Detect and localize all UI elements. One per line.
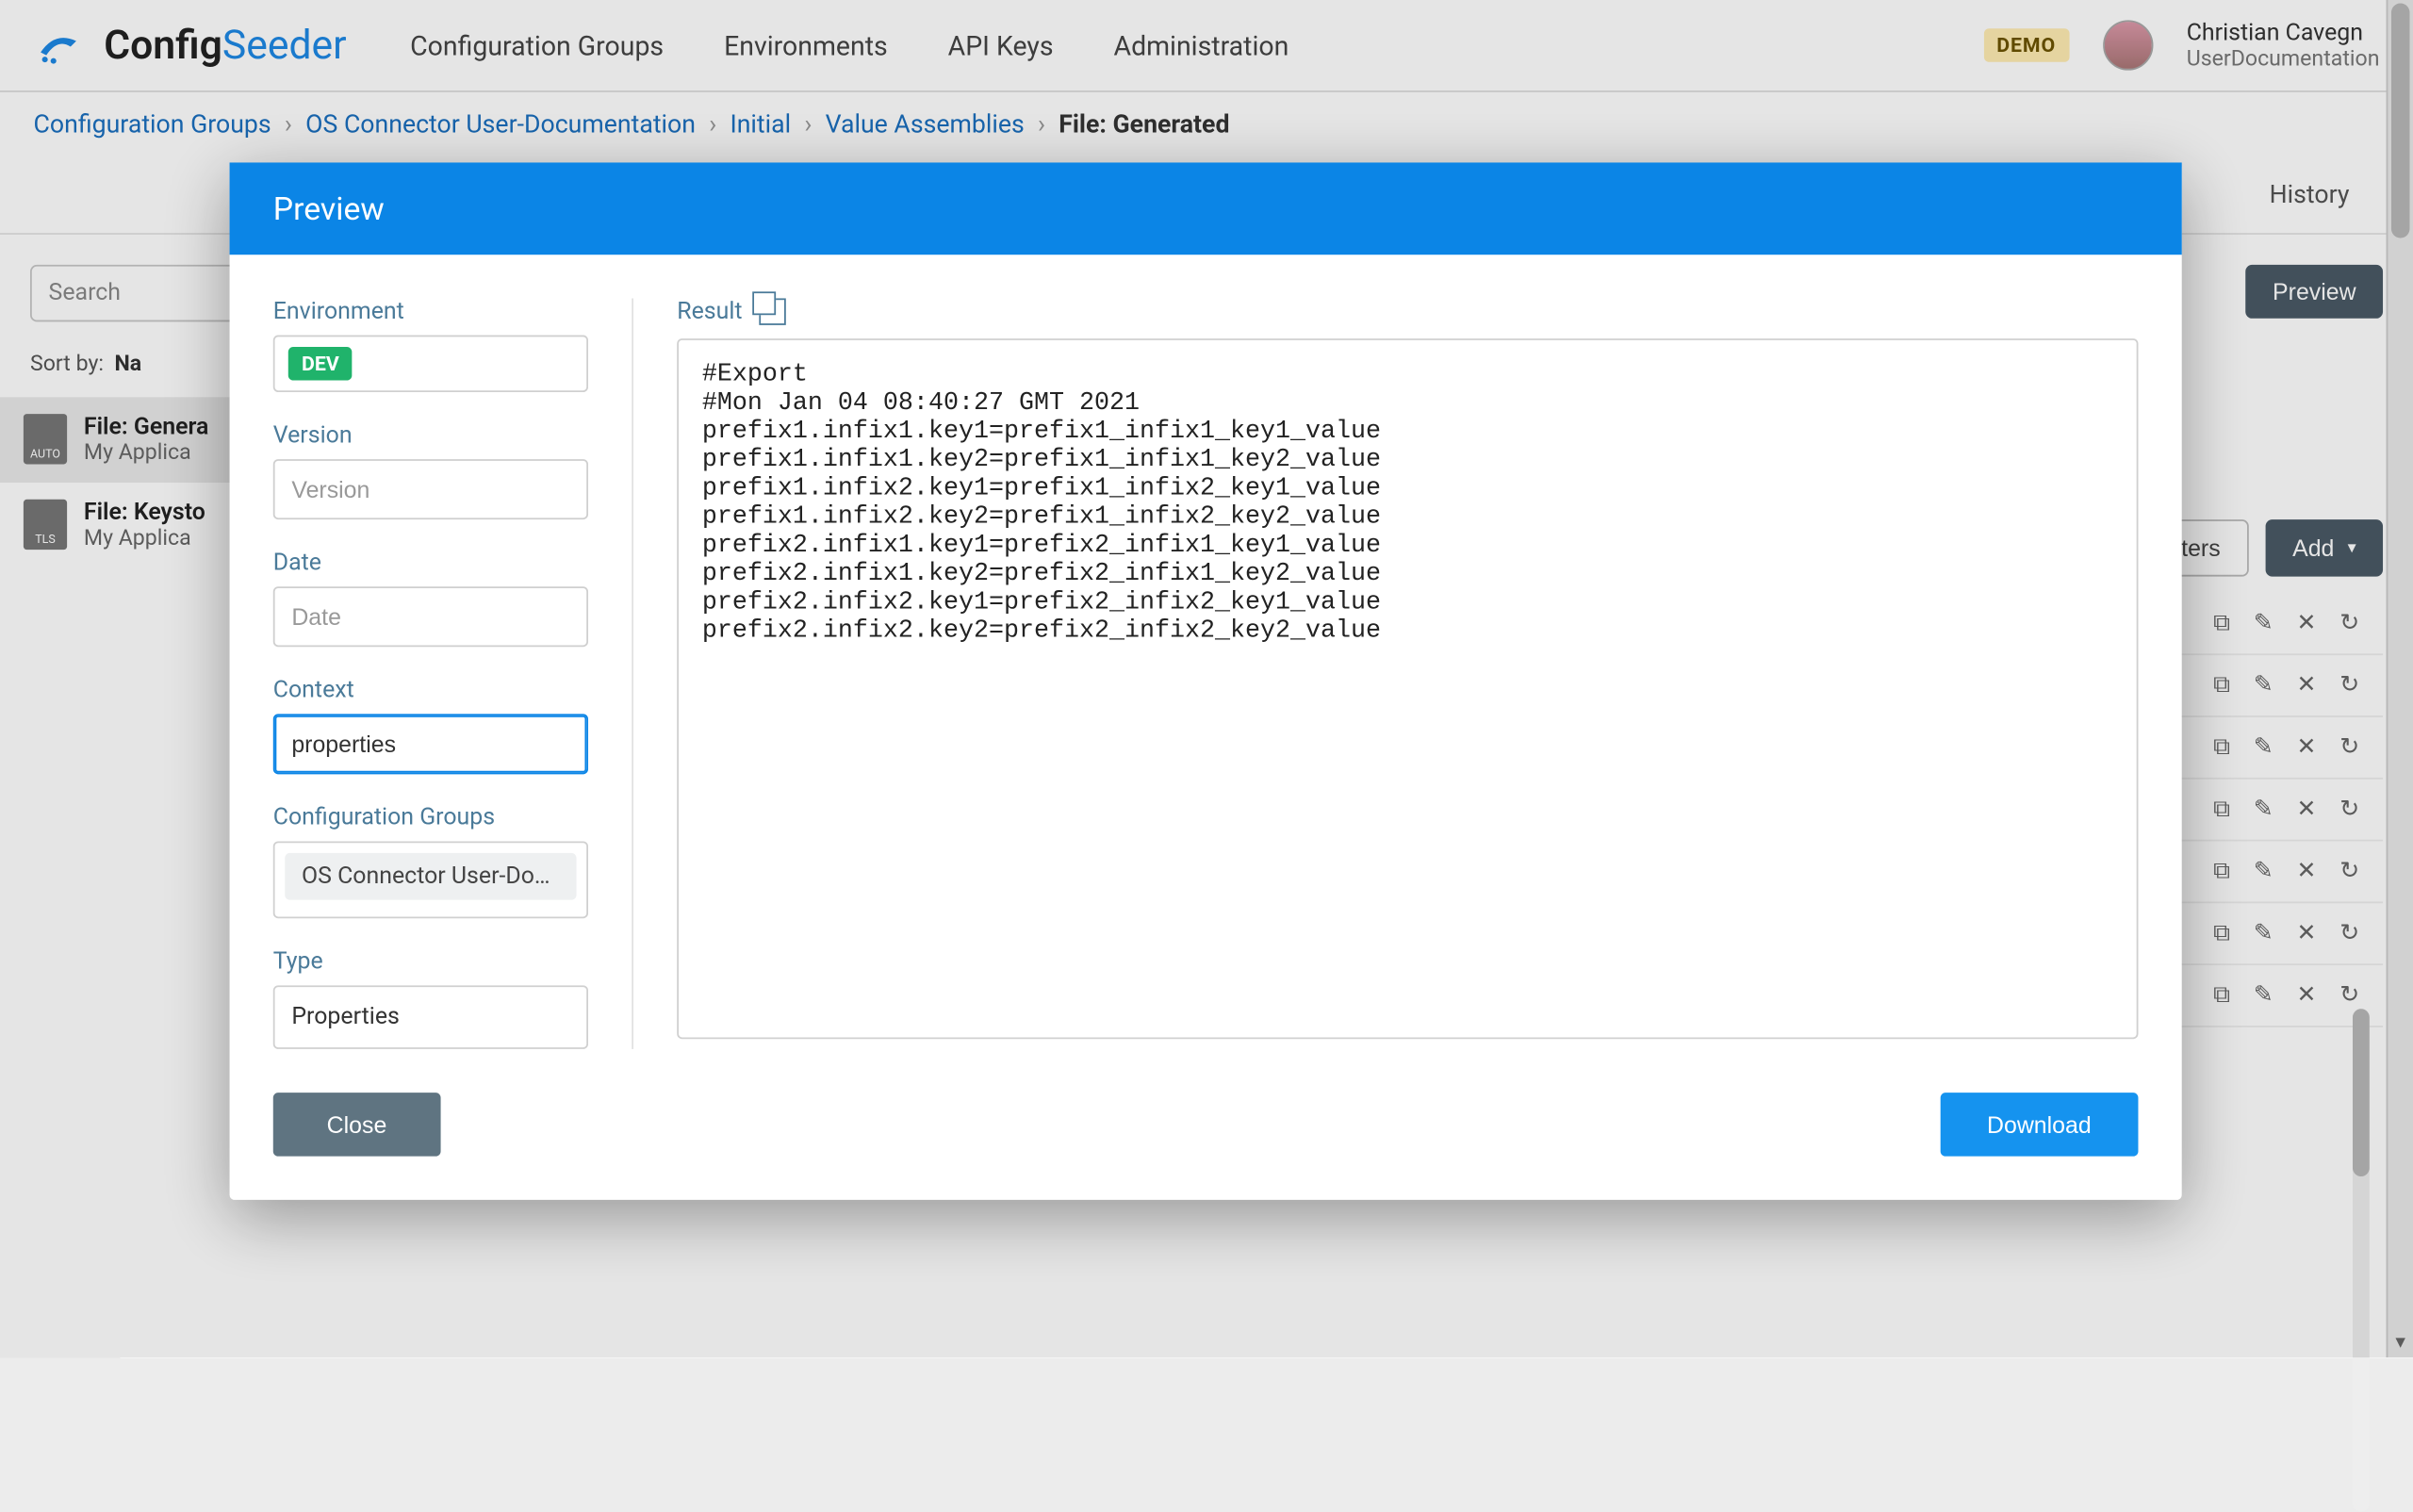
label-type: Type	[273, 948, 588, 975]
preview-form: Environment DEV Version Date Context	[273, 298, 633, 1048]
context-input[interactable]	[273, 714, 588, 774]
preview-modal: Preview Environment DEV Version Date	[230, 162, 2182, 1199]
config-groups-select[interactable]: OS Connector User-Docum	[273, 841, 588, 918]
label-context: Context	[273, 677, 588, 703]
type-select[interactable]: Properties	[273, 985, 588, 1049]
label-environment: Environment	[273, 298, 588, 324]
label-date: Date	[273, 550, 588, 576]
copy-result-icon[interactable]	[759, 298, 785, 324]
date-input[interactable]	[273, 586, 588, 647]
result-output[interactable]: #Export #Mon Jan 04 08:40:27 GMT 2021 pr…	[677, 338, 2138, 1039]
label-version: Version	[273, 422, 588, 449]
result-panel: Result #Export #Mon Jan 04 08:40:27 GMT …	[633, 298, 2138, 1048]
env-tag-dev: DEV	[288, 347, 353, 381]
label-result: Result	[677, 298, 742, 324]
close-button[interactable]: Close	[273, 1093, 440, 1157]
label-config-groups: Configuration Groups	[273, 804, 588, 830]
download-button[interactable]: Download	[1940, 1093, 2138, 1157]
version-input[interactable]	[273, 459, 588, 519]
modal-title: Preview	[230, 162, 2182, 255]
environment-select[interactable]: DEV	[273, 336, 588, 392]
config-group-chip: OS Connector User-Docum	[285, 853, 576, 900]
